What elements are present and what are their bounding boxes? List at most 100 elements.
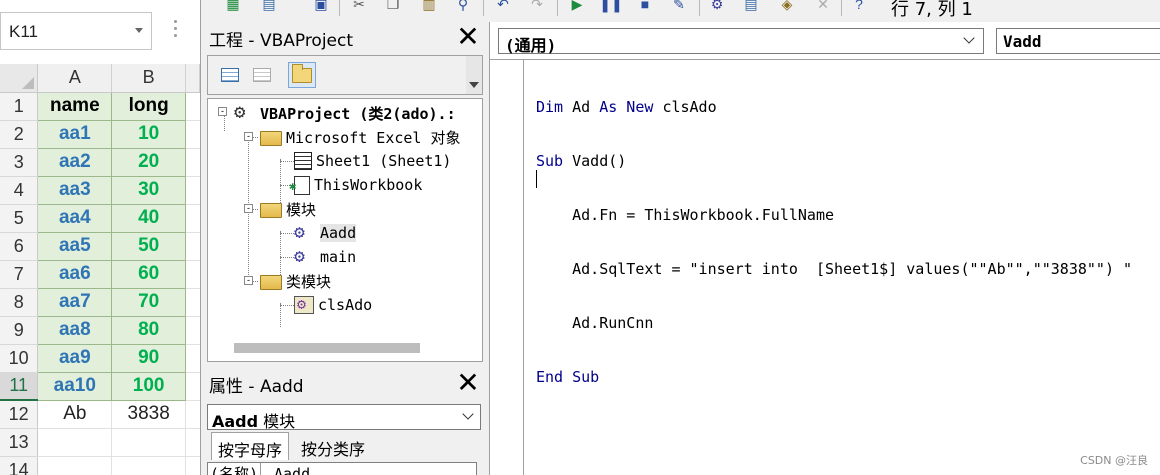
cell-a4[interactable]: aa3 [37, 175, 113, 205]
row-header[interactable]: 4 [0, 176, 39, 205]
row-header[interactable]: 14 [0, 456, 39, 475]
row-header-selected[interactable]: 11 [0, 372, 39, 401]
tree-node-class-modules[interactable]: 类模块 [260, 270, 331, 292]
cell-a2[interactable]: aa1 [37, 119, 113, 149]
design-mode-icon[interactable]: ✎ [669, 0, 689, 14]
row-header[interactable]: 3 [0, 148, 39, 177]
cell-b1[interactable]: long [111, 91, 187, 121]
undo-icon[interactable]: ↶ [493, 0, 513, 14]
tree-node-aadd[interactable]: Aadd [294, 222, 357, 244]
row-header[interactable]: 10 [0, 344, 39, 373]
cell-b7[interactable]: 60 [111, 259, 187, 289]
view-object-button[interactable] [248, 62, 276, 88]
row-header[interactable]: 2 [0, 120, 39, 149]
tree-node-modules[interactable]: 模块 [260, 198, 316, 220]
tab-alphabetic[interactable]: 按字母序 [211, 432, 290, 460]
collapse-toggle[interactable]: - [244, 276, 253, 285]
row-header[interactable]: 6 [0, 232, 39, 261]
tree-node-clsado[interactable]: clsAdo [294, 294, 372, 316]
cell-b13[interactable] [111, 428, 187, 457]
select-all-button[interactable] [0, 64, 39, 93]
cell-c6[interactable] [185, 232, 200, 261]
cell-c11[interactable] [185, 372, 200, 401]
cut-icon[interactable]: ✂ [349, 0, 369, 14]
close-icon[interactable]: ✕ [453, 23, 483, 52]
row-header[interactable]: 1 [0, 92, 39, 121]
excel-view-icon[interactable]: ▦ [223, 0, 243, 14]
tree-node-sheet1[interactable]: Sheet1 (Sheet1) [294, 150, 451, 172]
cell-b14[interactable] [111, 456, 187, 475]
cell-b10[interactable]: 90 [111, 343, 187, 373]
object-dropdown[interactable]: (通用) [498, 28, 984, 55]
project-explorer-icon[interactable]: ⚙ [707, 0, 727, 14]
cell-a11[interactable]: aa10 [37, 371, 113, 401]
name-box[interactable]: K11 [0, 12, 152, 50]
row-header[interactable]: 12 [0, 400, 39, 429]
cell-c3[interactable] [185, 148, 200, 177]
insert-module-icon[interactable]: ▤ [259, 0, 279, 14]
cell-a6[interactable]: aa5 [37, 231, 113, 261]
row-header[interactable]: 13 [0, 428, 39, 457]
row-header[interactable]: 5 [0, 204, 39, 233]
cell-b2[interactable]: 10 [111, 119, 187, 149]
tree-node-main[interactable]: main [294, 246, 356, 268]
cell-c1[interactable] [185, 92, 200, 121]
collapse-toggle[interactable]: - [218, 107, 227, 116]
cell-a13[interactable] [37, 428, 113, 457]
save-icon[interactable]: ▣ [311, 0, 331, 14]
cell-a5[interactable]: aa4 [37, 203, 113, 233]
row-header[interactable]: 9 [0, 316, 39, 345]
find-icon[interactable]: ⚲ [453, 0, 473, 14]
cell-c9[interactable] [185, 316, 200, 345]
cell-a7[interactable]: aa6 [37, 259, 113, 289]
chevron-down-icon[interactable] [135, 28, 143, 33]
redo-icon[interactable]: ↷ [527, 0, 547, 14]
cell-c12[interactable] [185, 400, 200, 429]
code-editor[interactable]: Dim Ad As New clsAdo Sub Vadd() Ad.Fn = … [490, 59, 1160, 475]
tab-categorized[interactable]: 按分类序 [295, 432, 372, 460]
chevron-down-icon[interactable] [462, 408, 474, 420]
tree-node-thisworkbook[interactable]: ThisWorkbook [289, 174, 422, 196]
cell-c13[interactable] [185, 428, 200, 457]
cell-c5[interactable] [185, 204, 200, 233]
cell-b8[interactable]: 70 [111, 287, 187, 317]
help-icon[interactable]: ? [849, 0, 869, 14]
cell-c8[interactable] [185, 288, 200, 317]
horizontal-scrollbar[interactable] [234, 343, 420, 353]
column-header-a[interactable]: A [37, 64, 113, 93]
tree-node-excel-objects[interactable]: Microsoft Excel 对象 [260, 126, 461, 148]
cell-b12[interactable]: 3838 [111, 400, 187, 429]
paste-icon[interactable]: ▥ [419, 0, 439, 14]
cell-c10[interactable] [185, 344, 200, 373]
tree-node-vbaproject[interactable]: VBAProject (类2(ado).: [234, 101, 456, 124]
cell-a3[interactable]: aa2 [37, 147, 113, 177]
column-header-c[interactable] [185, 64, 200, 93]
reset-icon[interactable]: ■ [635, 0, 655, 14]
cell-c7[interactable] [185, 260, 200, 289]
cell-a9[interactable]: aa8 [37, 315, 113, 345]
toggle-folders-button[interactable] [288, 62, 316, 88]
cell-c14[interactable] [185, 456, 200, 475]
procedure-dropdown[interactable]: Vadd [996, 28, 1160, 54]
collapse-toggle[interactable]: - [244, 132, 253, 141]
toolbox-icon[interactable]: ✕ [813, 0, 833, 14]
cell-c2[interactable] [185, 120, 200, 149]
cell-a1[interactable]: name [37, 91, 113, 121]
cell-a12[interactable]: Ab [37, 400, 113, 429]
cell-b11[interactable]: 100 [111, 371, 187, 401]
collapse-toggle[interactable]: - [244, 204, 253, 213]
row-header[interactable]: 7 [0, 260, 39, 289]
object-select[interactable]: Aadd 模块 [207, 404, 481, 431]
properties-window-icon[interactable]: ▤ [741, 0, 761, 14]
cell-a8[interactable]: aa7 [37, 287, 113, 317]
property-row-name[interactable]: (名称) Aadd [207, 462, 477, 475]
cell-c4[interactable] [185, 176, 200, 205]
margin-indicator-bar[interactable] [490, 60, 524, 475]
cell-b6[interactable]: 50 [111, 231, 187, 261]
run-icon[interactable]: ▶ [567, 0, 587, 14]
chevron-down-icon[interactable] [963, 32, 975, 44]
pause-icon[interactable]: ❚❚ [599, 0, 622, 14]
copy-icon[interactable]: ❐ [383, 0, 403, 14]
view-code-button[interactable] [216, 62, 244, 88]
cell-a10[interactable]: aa9 [37, 343, 113, 373]
